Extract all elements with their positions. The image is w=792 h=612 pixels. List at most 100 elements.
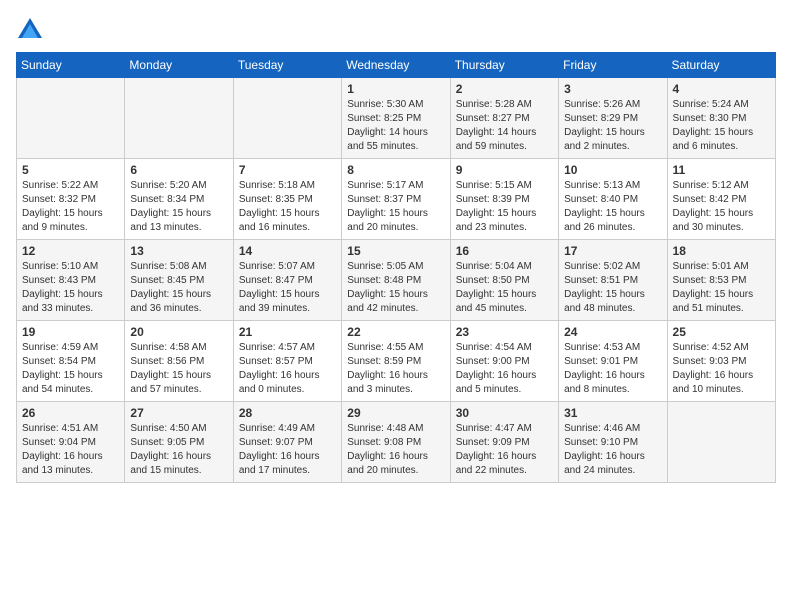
calendar-header-cell: Wednesday <box>342 53 450 78</box>
calendar-header-cell: Friday <box>559 53 667 78</box>
day-number: 11 <box>673 163 770 177</box>
day-number: 21 <box>239 325 336 339</box>
day-info: Sunrise: 4:53 AM Sunset: 9:01 PM Dayligh… <box>564 341 661 397</box>
day-number: 29 <box>347 406 444 420</box>
day-info: Sunrise: 5:05 AM Sunset: 8:48 PM Dayligh… <box>347 260 444 316</box>
calendar-cell: 19 Sunrise: 4:59 AM Sunset: 8:54 PM Dayli… <box>17 321 125 402</box>
calendar-cell: 23Sunrise: 4:54 AM Sunset: 9:00 PM Dayli… <box>450 321 558 402</box>
logo <box>16 16 46 44</box>
calendar-cell <box>125 78 233 159</box>
day-info: Sunrise: 4:49 AM Sunset: 9:07 PM Dayligh… <box>239 422 336 478</box>
day-number: 31 <box>564 406 661 420</box>
day-info: Sunrise: 5:12 AM Sunset: 8:42 PM Dayligh… <box>673 179 770 235</box>
day-number: 7 <box>239 163 336 177</box>
day-info: Sunrise: 4:54 AM Sunset: 9:00 PM Dayligh… <box>456 341 553 397</box>
page-header <box>16 16 776 44</box>
day-info: Sunrise: 4:52 AM Sunset: 9:03 PM Dayligh… <box>673 341 770 397</box>
calendar-header-cell: Monday <box>125 53 233 78</box>
calendar-cell: 28 Sunrise: 4:49 AM Sunset: 9:07 PM Dayli… <box>233 402 341 483</box>
calendar-cell: 25 Sunrise: 4:52 AM Sunset: 9:03 PM Dayli… <box>667 321 775 402</box>
day-number: 18 <box>673 244 770 258</box>
day-info: Sunrise: 5:10 AM Sunset: 8:43 PM Dayligh… <box>22 260 119 316</box>
calendar-cell: 7 Sunrise: 5:18 AM Sunset: 8:35 PM Daylig… <box>233 159 341 240</box>
calendar-cell: 3 Sunrise: 5:26 AM Sunset: 8:29 PM Daylig… <box>559 78 667 159</box>
calendar-cell: 22Sunrise: 4:55 AM Sunset: 8:59 PM Dayli… <box>342 321 450 402</box>
day-info: Sunrise: 5:28 AM Sunset: 8:27 PM Dayligh… <box>456 98 553 154</box>
day-info: Sunrise: 5:24 AM Sunset: 8:30 PM Dayligh… <box>673 98 770 154</box>
calendar-week-row: 19 Sunrise: 4:59 AM Sunset: 8:54 PM Dayli… <box>17 321 776 402</box>
calendar-header-cell: Thursday <box>450 53 558 78</box>
calendar-week-row: 1 Sunrise: 5:30 AM Sunset: 8:25 PM Daylig… <box>17 78 776 159</box>
day-info: Sunrise: 4:55 AM Sunset: 8:59 PM Dayligh… <box>347 341 444 397</box>
day-info: Sunrise: 5:26 AM Sunset: 8:29 PM Dayligh… <box>564 98 661 154</box>
calendar-cell <box>667 402 775 483</box>
calendar-cell: 18 Sunrise: 5:01 AM Sunset: 8:53 PM Dayli… <box>667 240 775 321</box>
day-info: Sunrise: 4:57 AM Sunset: 8:57 PM Dayligh… <box>239 341 336 397</box>
day-info: Sunrise: 4:46 AM Sunset: 9:10 PM Dayligh… <box>564 422 661 478</box>
calendar-week-row: 12Sunrise: 5:10 AM Sunset: 8:43 PM Dayli… <box>17 240 776 321</box>
day-number: 14 <box>239 244 336 258</box>
day-number: 17 <box>564 244 661 258</box>
day-number: 6 <box>130 163 227 177</box>
day-number: 8 <box>347 163 444 177</box>
day-info: Sunrise: 5:01 AM Sunset: 8:53 PM Dayligh… <box>673 260 770 316</box>
calendar-cell: 30Sunrise: 4:47 AM Sunset: 9:09 PM Dayli… <box>450 402 558 483</box>
day-number: 26 <box>22 406 119 420</box>
calendar-cell: 9Sunrise: 5:15 AM Sunset: 8:39 PM Daylig… <box>450 159 558 240</box>
calendar-cell: 11 Sunrise: 5:12 AM Sunset: 8:42 PM Dayli… <box>667 159 775 240</box>
day-number: 24 <box>564 325 661 339</box>
calendar-cell: 17 Sunrise: 5:02 AM Sunset: 8:51 PM Dayli… <box>559 240 667 321</box>
calendar-cell: 24 Sunrise: 4:53 AM Sunset: 9:01 PM Dayli… <box>559 321 667 402</box>
day-info: Sunrise: 5:20 AM Sunset: 8:34 PM Dayligh… <box>130 179 227 235</box>
calendar-cell: 1 Sunrise: 5:30 AM Sunset: 8:25 PM Daylig… <box>342 78 450 159</box>
calendar-body: 1 Sunrise: 5:30 AM Sunset: 8:25 PM Daylig… <box>17 78 776 483</box>
calendar-cell: 20 Sunrise: 4:58 AM Sunset: 8:56 PM Dayli… <box>125 321 233 402</box>
day-info: Sunrise: 4:58 AM Sunset: 8:56 PM Dayligh… <box>130 341 227 397</box>
calendar-cell: 21 Sunrise: 4:57 AM Sunset: 8:57 PM Dayli… <box>233 321 341 402</box>
calendar-cell: 10 Sunrise: 5:13 AM Sunset: 8:40 PM Dayli… <box>559 159 667 240</box>
day-number: 10 <box>564 163 661 177</box>
day-number: 28 <box>239 406 336 420</box>
calendar-cell: 6 Sunrise: 5:20 AM Sunset: 8:34 PM Daylig… <box>125 159 233 240</box>
calendar-cell: 16Sunrise: 5:04 AM Sunset: 8:50 PM Dayli… <box>450 240 558 321</box>
day-number: 13 <box>130 244 227 258</box>
calendar-cell: 31 Sunrise: 4:46 AM Sunset: 9:10 PM Dayli… <box>559 402 667 483</box>
day-number: 1 <box>347 82 444 96</box>
calendar-table: SundayMondayTuesdayWednesdayThursdayFrid… <box>16 52 776 483</box>
calendar-cell: 8Sunrise: 5:17 AM Sunset: 8:37 PM Daylig… <box>342 159 450 240</box>
day-number: 2 <box>456 82 553 96</box>
day-number: 20 <box>130 325 227 339</box>
day-number: 3 <box>564 82 661 96</box>
calendar-cell: 5 Sunrise: 5:22 AM Sunset: 8:32 PM Daylig… <box>17 159 125 240</box>
logo-icon <box>16 16 44 44</box>
calendar-cell: 29 Sunrise: 4:48 AM Sunset: 9:08 PM Dayli… <box>342 402 450 483</box>
calendar-cell <box>233 78 341 159</box>
calendar-cell <box>17 78 125 159</box>
day-info: Sunrise: 5:15 AM Sunset: 8:39 PM Dayligh… <box>456 179 553 235</box>
day-number: 27 <box>130 406 227 420</box>
day-number: 19 <box>22 325 119 339</box>
day-info: Sunrise: 5:18 AM Sunset: 8:35 PM Dayligh… <box>239 179 336 235</box>
calendar-cell: 26Sunrise: 4:51 AM Sunset: 9:04 PM Dayli… <box>17 402 125 483</box>
day-info: Sunrise: 5:07 AM Sunset: 8:47 PM Dayligh… <box>239 260 336 316</box>
day-number: 25 <box>673 325 770 339</box>
day-info: Sunrise: 5:02 AM Sunset: 8:51 PM Dayligh… <box>564 260 661 316</box>
day-number: 16 <box>456 244 553 258</box>
day-info: Sunrise: 5:30 AM Sunset: 8:25 PM Dayligh… <box>347 98 444 154</box>
day-info: Sunrise: 5:13 AM Sunset: 8:40 PM Dayligh… <box>564 179 661 235</box>
day-info: Sunrise: 4:59 AM Sunset: 8:54 PM Dayligh… <box>22 341 119 397</box>
calendar-cell: 12Sunrise: 5:10 AM Sunset: 8:43 PM Dayli… <box>17 240 125 321</box>
calendar-cell: 15Sunrise: 5:05 AM Sunset: 8:48 PM Dayli… <box>342 240 450 321</box>
calendar-week-row: 5 Sunrise: 5:22 AM Sunset: 8:32 PM Daylig… <box>17 159 776 240</box>
calendar-header-cell: Sunday <box>17 53 125 78</box>
calendar-header-row: SundayMondayTuesdayWednesdayThursdayFrid… <box>17 53 776 78</box>
calendar-cell: 2 Sunrise: 5:28 AM Sunset: 8:27 PM Daylig… <box>450 78 558 159</box>
calendar-header-cell: Tuesday <box>233 53 341 78</box>
day-number: 5 <box>22 163 119 177</box>
day-number: 4 <box>673 82 770 96</box>
day-info: Sunrise: 4:47 AM Sunset: 9:09 PM Dayligh… <box>456 422 553 478</box>
calendar-cell: 14 Sunrise: 5:07 AM Sunset: 8:47 PM Dayli… <box>233 240 341 321</box>
day-info: Sunrise: 5:22 AM Sunset: 8:32 PM Dayligh… <box>22 179 119 235</box>
day-info: Sunrise: 4:48 AM Sunset: 9:08 PM Dayligh… <box>347 422 444 478</box>
calendar-cell: 13Sunrise: 5:08 AM Sunset: 8:45 PM Dayli… <box>125 240 233 321</box>
